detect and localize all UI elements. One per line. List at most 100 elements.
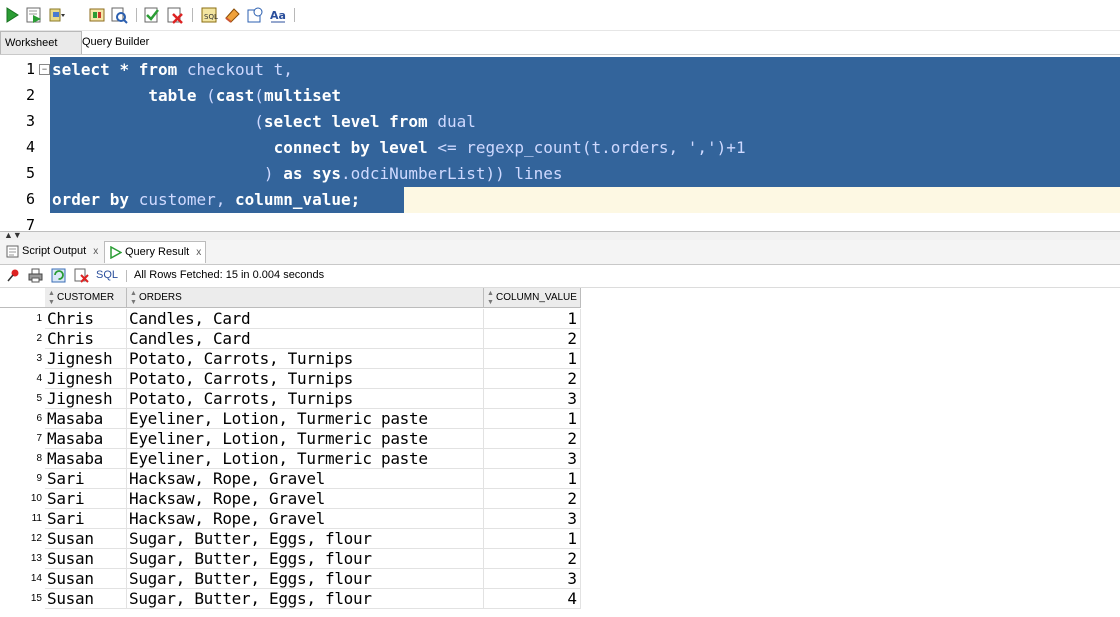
cell-orders[interactable]: Eyeliner, Lotion, Turmeric paste [127, 429, 484, 449]
code-token: as sys [283, 164, 341, 183]
code-line[interactable]: connect by level <= regexp_count(t.order… [52, 135, 746, 161]
table-row[interactable]: 11 Sari Hacksaw, Rope, Gravel 3 [0, 509, 582, 529]
tab-label: Script Output [22, 245, 87, 257]
cell-orders[interactable]: Potato, Carrots, Turnips [127, 349, 484, 369]
cell-column-value[interactable]: 1 [484, 409, 581, 429]
cell-customer[interactable]: Masaba [45, 449, 127, 469]
format-icon[interactable] [246, 6, 264, 24]
close-tab-icon[interactable]: x [93, 246, 98, 257]
table-row[interactable]: 1 Chris Candles, Card 1 [0, 309, 582, 329]
code-line[interactable]: (select level from dual [52, 109, 476, 135]
cell-orders[interactable]: Potato, Carrots, Turnips [127, 389, 484, 409]
cell-column-value[interactable]: 4 [484, 589, 581, 609]
run-script-icon[interactable] [25, 6, 43, 24]
cell-column-value[interactable]: 2 [484, 369, 581, 389]
cell-orders[interactable]: Sugar, Butter, Eggs, flour [127, 589, 484, 609]
cell-orders[interactable]: Sugar, Butter, Eggs, flour [127, 549, 484, 569]
explain-plan-icon[interactable] [48, 6, 66, 24]
cell-customer[interactable]: Sari [45, 489, 127, 509]
run-statement-icon[interactable] [3, 6, 21, 24]
column-header-orders[interactable]: ▲ ▼ ORDERS [127, 288, 484, 308]
table-row[interactable]: 6 Masaba Eyeliner, Lotion, Turmeric paste 1 [0, 409, 582, 429]
table-row[interactable]: 4 Jignesh Potato, Carrots, Turnips 2 [0, 369, 582, 389]
tab-query-result[interactable]: Query Result x [104, 241, 207, 263]
cell-orders[interactable]: Candles, Card [127, 329, 484, 349]
cell-customer[interactable]: Sari [45, 509, 127, 529]
column-header-column-value[interactable]: ▲ ▼ COLUMN_VALUE [484, 288, 581, 308]
code-line[interactable]: table (cast(multiset [52, 83, 341, 109]
tab-worksheet[interactable]: Worksheet [0, 31, 82, 54]
cell-column-value[interactable]: 2 [484, 549, 581, 569]
table-row[interactable]: 9 Sari Hacksaw, Rope, Gravel 1 [0, 469, 582, 489]
cell-customer[interactable]: Jignesh [45, 389, 127, 409]
table-row[interactable]: 5 Jignesh Potato, Carrots, Turnips 3 [0, 389, 582, 409]
code-line[interactable]: select * from checkout t, [52, 57, 293, 83]
tab-query-builder[interactable]: Query Builder [78, 31, 153, 53]
cell-column-value[interactable]: 1 [484, 529, 581, 549]
collapse-arrows-icon[interactable]: ▲▼ [4, 231, 22, 240]
case-toggle-icon[interactable]: Aa [269, 6, 287, 24]
cell-orders[interactable]: Eyeliner, Lotion, Turmeric paste [127, 449, 484, 469]
pin-icon[interactable] [6, 268, 21, 283]
row-number: 14 [30, 573, 42, 584]
cell-column-value[interactable]: 1 [484, 309, 581, 329]
sql-editor[interactable]: 1 2 3 4 5 6 7 − select * from checkout t… [0, 55, 1120, 231]
cell-column-value[interactable]: 3 [484, 389, 581, 409]
cell-column-value[interactable]: 3 [484, 509, 581, 529]
cell-customer[interactable]: Susan [45, 549, 127, 569]
table-row[interactable]: 3 Jignesh Potato, Carrots, Turnips 1 [0, 349, 582, 369]
print-icon[interactable] [28, 268, 43, 283]
cell-customer[interactable]: Chris [45, 329, 127, 349]
cell-customer[interactable]: Susan [45, 569, 127, 589]
history-icon[interactable]: SQL [200, 6, 218, 24]
table-row[interactable]: 2 Chris Candles, Card 2 [0, 329, 582, 349]
table-row[interactable]: 14 Susan Sugar, Butter, Eggs, flour 3 [0, 569, 582, 589]
cell-customer[interactable]: Sari [45, 469, 127, 489]
cell-customer[interactable]: Masaba [45, 409, 127, 429]
sql-tuning-icon[interactable] [110, 6, 128, 24]
table-row[interactable]: 10 Sari Hacksaw, Rope, Gravel 2 [0, 489, 582, 509]
table-row[interactable]: 13 Susan Sugar, Butter, Eggs, flour 2 [0, 549, 582, 569]
code-line[interactable]: order by customer, column_value; [52, 187, 360, 213]
rollback-icon[interactable] [166, 6, 184, 24]
cell-orders[interactable]: Candles, Card [127, 309, 484, 329]
line-number-gutter: 1 2 3 4 5 6 7 [0, 55, 38, 231]
cell-column-value[interactable]: 1 [484, 469, 581, 489]
code-token: ( [196, 86, 216, 105]
table-row[interactable]: 12 Susan Sugar, Butter, Eggs, flour 1 [0, 529, 582, 549]
cell-orders[interactable]: Hacksaw, Rope, Gravel [127, 489, 484, 509]
cell-column-value[interactable]: 2 [484, 329, 581, 349]
cell-orders[interactable]: Hacksaw, Rope, Gravel [127, 469, 484, 489]
cell-customer[interactable]: Susan [45, 589, 127, 609]
cell-orders[interactable]: Hacksaw, Rope, Gravel [127, 509, 484, 529]
cell-column-value[interactable]: 3 [484, 569, 581, 589]
cell-customer[interactable]: Masaba [45, 429, 127, 449]
freeze-icon[interactable] [74, 268, 89, 283]
cell-customer[interactable]: Jignesh [45, 349, 127, 369]
cell-customer[interactable]: Susan [45, 529, 127, 549]
cell-column-value[interactable]: 2 [484, 429, 581, 449]
cell-orders[interactable]: Sugar, Butter, Eggs, flour [127, 529, 484, 549]
table-row[interactable]: 7 Masaba Eyeliner, Lotion, Turmeric paste 2 [0, 429, 582, 449]
autotrace-icon[interactable] [88, 6, 106, 24]
result-grid[interactable]: ▲ ▼ CUSTOMER ▲ ▼ ORDERS ▲ ▼ COLUMN_VALUE 1 Chri… [0, 288, 1120, 617]
refresh-icon[interactable] [51, 268, 66, 283]
cell-orders[interactable]: Eyeliner, Lotion, Turmeric paste [127, 409, 484, 429]
cell-orders[interactable]: Sugar, Butter, Eggs, flour [127, 569, 484, 589]
code-line[interactable]: ) as sys.odciNumberList)) lines [52, 161, 563, 187]
tab-script-output[interactable]: Script Output x [2, 241, 102, 262]
table-row[interactable]: 15 Susan Sugar, Butter, Eggs, flour 4 [0, 589, 582, 609]
cell-orders[interactable]: Potato, Carrots, Turnips [127, 369, 484, 389]
cell-customer[interactable]: Chris [45, 309, 127, 329]
clear-icon[interactable] [223, 6, 241, 24]
cell-column-value[interactable]: 2 [484, 489, 581, 509]
cell-column-value[interactable]: 3 [484, 449, 581, 469]
table-row[interactable]: 8 Masaba Eyeliner, Lotion, Turmeric paste 3 [0, 449, 582, 469]
fold-toggle-icon[interactable]: − [39, 64, 50, 75]
column-header-customer[interactable]: ▲ ▼ CUSTOMER [45, 288, 127, 308]
close-tab-icon[interactable]: x [196, 247, 201, 258]
cell-customer[interactable]: Jignesh [45, 369, 127, 389]
sql-button[interactable]: SQL [96, 269, 118, 281]
cell-column-value[interactable]: 1 [484, 349, 581, 369]
commit-icon[interactable] [143, 6, 161, 24]
